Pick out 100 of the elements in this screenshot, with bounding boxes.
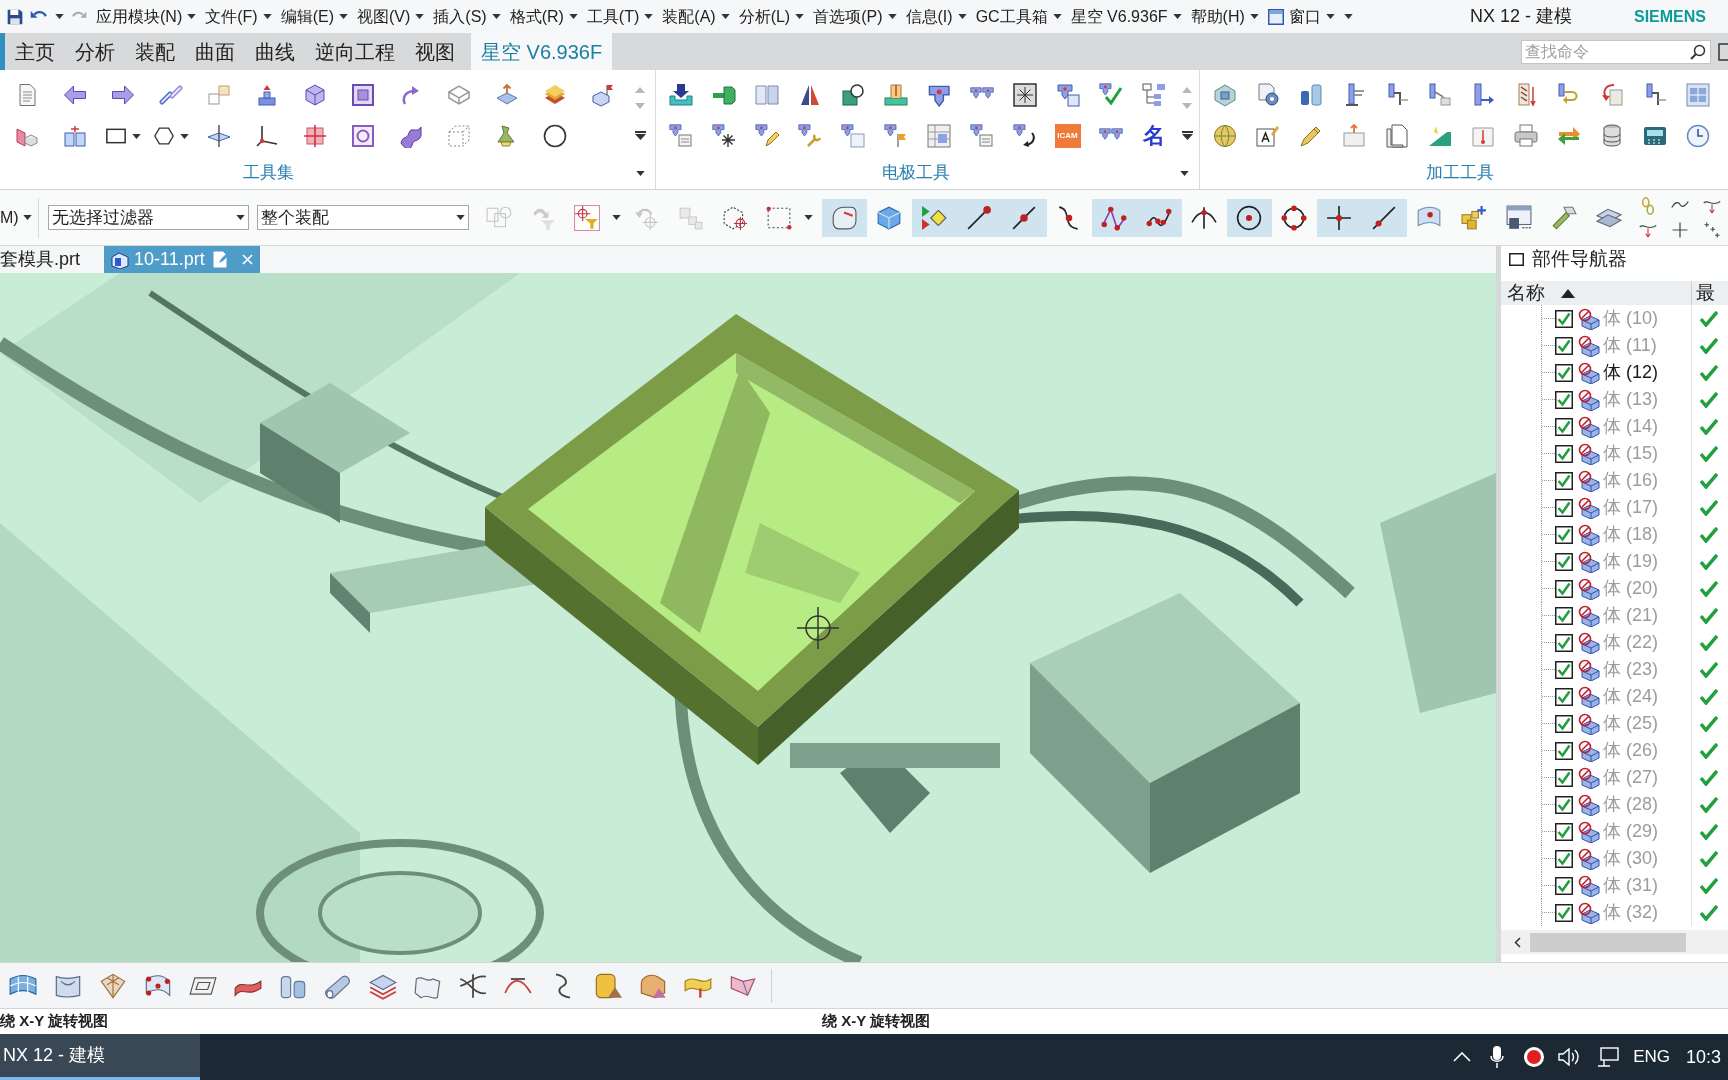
crossing-curves-icon[interactable]: [458, 971, 487, 1000]
circle-icon[interactable]: [543, 124, 567, 148]
plug-wrench-icon[interactable]: [797, 124, 822, 148]
caret-icon[interactable]: [644, 14, 654, 19]
snowflake-tile-icon[interactable]: [1012, 83, 1037, 107]
table-icon[interactable]: [926, 124, 951, 148]
square-ring-icon[interactable]: [351, 124, 375, 148]
plug-document-icon[interactable]: [969, 124, 994, 148]
caret-icon[interactable]: [1052, 14, 1062, 19]
plug-document-icon[interactable]: [668, 124, 693, 148]
square-circle-icon[interactable]: [840, 83, 865, 107]
checkbox[interactable]: [1555, 687, 1573, 706]
caret-icon[interactable]: [491, 14, 501, 19]
ribbon-tab[interactable]: 曲线: [245, 33, 305, 70]
plug-square-icon[interactable]: [1055, 83, 1080, 107]
scrollbar-thumb[interactable]: [1530, 932, 1686, 952]
caret-icon[interactable]: [179, 133, 189, 139]
checkbox[interactable]: [1555, 417, 1573, 436]
pages-icon[interactable]: [1384, 124, 1409, 148]
document-disc-icon[interactable]: [1255, 83, 1280, 107]
menu-button[interactable]: 窗口: [1267, 4, 1335, 29]
stand-icon[interactable]: [883, 83, 908, 107]
ribbon-tab[interactable]: 曲面: [185, 33, 245, 70]
text-box-pen-icon[interactable]: [1255, 124, 1280, 148]
boxes-icon[interactable]: [63, 124, 87, 148]
caret-icon[interactable]: [187, 14, 197, 19]
menu-button[interactable]: 分析(L): [738, 4, 805, 29]
checkbox[interactable]: [1555, 660, 1573, 679]
toggle-button[interactable]: [822, 198, 867, 237]
checkbox[interactable]: [1555, 498, 1573, 517]
toggle-button[interactable]: [1092, 198, 1137, 237]
brush-icon[interactable]: [1551, 204, 1578, 231]
column-header[interactable]: 最: [1692, 281, 1728, 305]
caret-icon[interactable]: [795, 14, 805, 19]
caret-icon[interactable]: [1172, 14, 1182, 19]
caret-icon[interactable]: [235, 215, 245, 220]
search-icon[interactable]: [1690, 43, 1706, 60]
axes-icon[interactable]: [255, 124, 279, 148]
checkbox[interactable]: [1555, 390, 1573, 409]
checkbox[interactable]: [1555, 741, 1573, 760]
ribbon-tab[interactable]: 分析: [65, 33, 125, 70]
cad-model-drawing[interactable]: [0, 273, 1496, 962]
caret-icon[interactable]: [568, 14, 578, 19]
plug-icon[interactable]: [926, 83, 951, 107]
microphone-icon[interactable]: [1490, 1046, 1505, 1068]
language-indicator[interactable]: ENG: [1633, 1044, 1670, 1070]
text-tool[interactable]: 名: [1142, 124, 1165, 148]
block-arrow-icon[interactable]: [255, 83, 279, 107]
more-icon[interactable]: [634, 131, 646, 140]
chevron-left-icon[interactable]: [1514, 936, 1521, 948]
record-icon[interactable]: [1523, 1046, 1546, 1068]
plug-arrow-icon[interactable]: [1012, 124, 1037, 148]
menu-button[interactable]: 编辑(E): [280, 4, 348, 29]
taskbar-app-button[interactable]: NX 12 - 建模: [0, 1034, 200, 1080]
rectangle-icon[interactable]: [105, 126, 126, 146]
ribbon-tab[interactable]: 视图: [405, 33, 465, 70]
caret-icon[interactable]: [55, 14, 64, 19]
checkbox[interactable]: [1555, 309, 1573, 328]
checkbox[interactable]: [1555, 822, 1573, 841]
ribbon-tab[interactable]: 逆向工程: [305, 33, 405, 70]
document-tab[interactable]: 套模具.prt: [0, 246, 84, 273]
menu-button[interactable]: 插入(S): [433, 4, 501, 29]
toggle-button[interactable]: [1227, 198, 1272, 237]
mesh-surface-icon[interactable]: [98, 971, 127, 1000]
checkbox[interactable]: [1555, 471, 1573, 490]
cylinder-triangle-icon[interactable]: [593, 971, 622, 1000]
clock-time[interactable]: 10:3: [1686, 1043, 1728, 1071]
menu-button[interactable]: 视图(V): [357, 4, 425, 29]
box-arrow-icon[interactable]: [1599, 83, 1624, 107]
search-field[interactable]: 查找命令: [1521, 39, 1711, 64]
caret-icon[interactable]: [887, 14, 897, 19]
edit-file-icon[interactable]: [212, 251, 229, 268]
printer-icon[interactable]: [1513, 124, 1538, 148]
panel-toggle-icon[interactable]: [1718, 42, 1728, 61]
chevron-up-icon[interactable]: [1453, 1052, 1472, 1062]
caret-icon[interactable]: [262, 14, 272, 19]
caret-icon[interactable]: [339, 14, 348, 19]
right-arrow-icon[interactable]: [111, 83, 135, 107]
more-icon[interactable]: [1181, 131, 1193, 140]
caret-icon[interactable]: [1249, 14, 1259, 19]
toggle-button[interactable]: [1317, 198, 1362, 237]
menu-dropdown[interactable]: M): [0, 204, 36, 231]
scribble-shape-icon[interactable]: [399, 124, 423, 148]
checkbox[interactable]: [1555, 795, 1573, 814]
plug-pencil-icon[interactable]: [754, 124, 779, 148]
tray-icon[interactable]: [495, 83, 519, 107]
menu-button[interactable]: 星空 V6.936F: [1070, 4, 1182, 29]
tree-icon[interactable]: [1141, 83, 1166, 107]
window-save-icon[interactable]: [1506, 204, 1533, 231]
page-arrow-icon[interactable]: [1341, 124, 1366, 148]
filter-dropdown[interactable]: 整个装配: [256, 205, 469, 230]
plug-star-icon[interactable]: [711, 124, 736, 148]
filter-dropdown[interactable]: 无选择过滤器: [47, 205, 249, 230]
checkbox[interactable]: [1555, 579, 1573, 598]
cube-icon[interactable]: [303, 83, 327, 107]
ribbon-tab[interactable]: 主页: [5, 33, 65, 70]
menu-button[interactable]: 应用模块(N): [96, 4, 197, 29]
link-icon[interactable]: [159, 83, 183, 107]
swap-arrows-icon[interactable]: [1556, 124, 1581, 148]
menu-button[interactable]: 工具(T): [586, 4, 654, 29]
